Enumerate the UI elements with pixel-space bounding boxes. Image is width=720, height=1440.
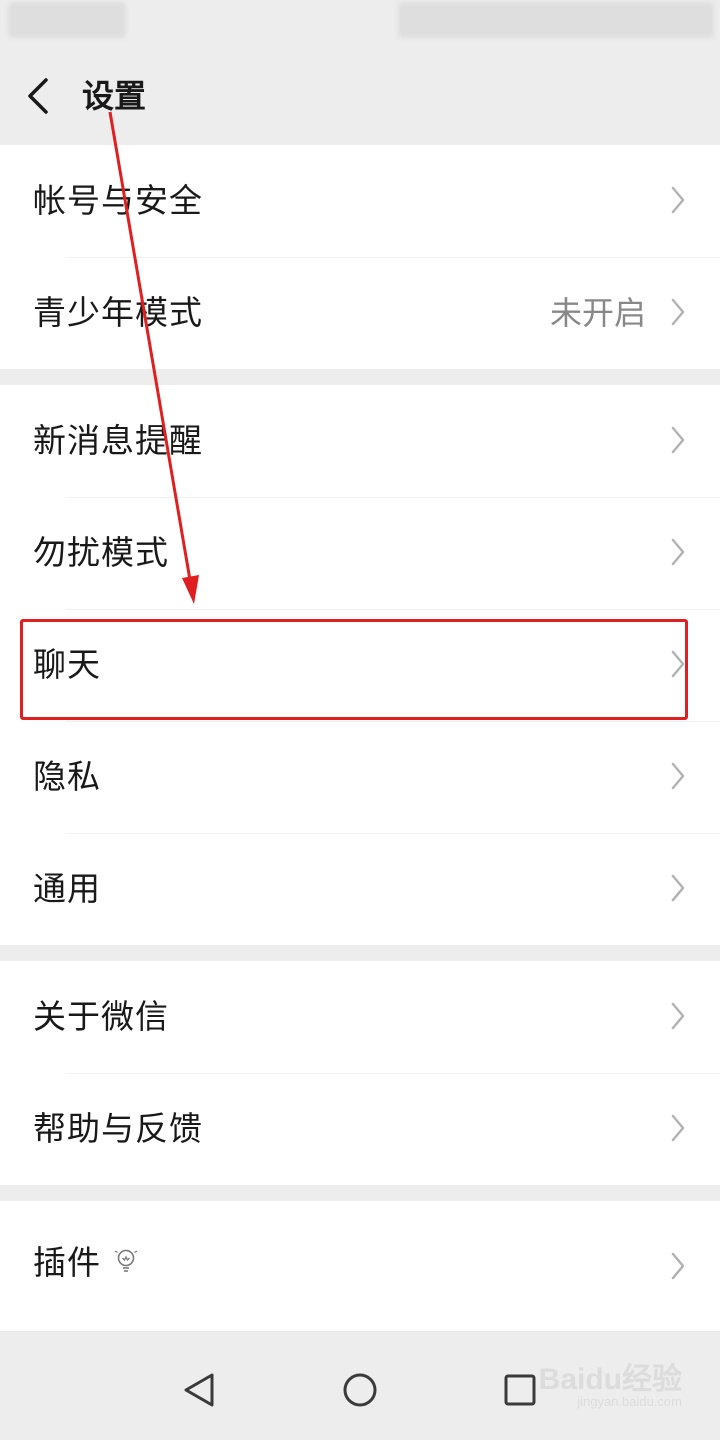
status-left-blur [8, 2, 126, 38]
settings-group: 帐号与安全 青少年模式 未开启 [0, 145, 720, 369]
settings-item-account-security[interactable]: 帐号与安全 [0, 145, 720, 257]
nav-home-button[interactable] [332, 1362, 388, 1418]
watermark-brand: Baidu经验 [538, 1363, 682, 1396]
settings-item-plugins[interactable]: 插件 [0, 1201, 720, 1331]
chevron-right-icon [671, 298, 685, 326]
lightbulb-icon [114, 1249, 138, 1272]
settings-item-label: 青少年模式 [33, 293, 203, 332]
settings-item-label: 新消息提醒 [33, 421, 203, 460]
chevron-right-icon [671, 762, 685, 790]
settings-item-label: 帐号与安全 [33, 181, 203, 220]
page-title: 设置 [82, 77, 147, 115]
nav-back-button[interactable] [172, 1362, 228, 1418]
settings-item-chat[interactable]: 聊天 [0, 609, 720, 721]
group-spacer [0, 945, 720, 961]
settings-list: 帐号与安全 青少年模式 未开启 新消息提醒 勿扰模式 聊天 隐私 通用 关于微信… [0, 145, 720, 1331]
group-spacer [0, 369, 720, 385]
chevron-right-icon [671, 874, 685, 902]
chevron-left-icon [28, 78, 48, 114]
chevron-right-icon [671, 186, 685, 214]
group-spacer [0, 1185, 720, 1201]
settings-item-general[interactable]: 通用 [0, 833, 720, 945]
settings-item-label: 关于微信 [33, 997, 169, 1036]
settings-item-label: 勿扰模式 [33, 533, 169, 572]
settings-group: 关于微信 帮助与反馈 [0, 961, 720, 1185]
back-button[interactable] [18, 72, 62, 120]
header: 设置 [0, 48, 720, 144]
settings-item-privacy[interactable]: 隐私 [0, 721, 720, 833]
settings-item-label: 插件 [33, 1243, 101, 1282]
back-triangle-icon [184, 1373, 214, 1407]
status-bar [0, 0, 720, 48]
settings-item-label: 通用 [33, 869, 101, 908]
settings-group: 插件 [0, 1201, 720, 1331]
settings-item-about-wechat[interactable]: 关于微信 [0, 961, 720, 1073]
home-circle-icon [343, 1373, 377, 1407]
baidu-watermark: Baidu经验 jingyan.baidu.com [537, 1354, 682, 1418]
chevron-right-icon [671, 1114, 685, 1142]
chevron-right-icon [671, 538, 685, 566]
settings-item-label: 聊天 [33, 645, 101, 684]
chevron-right-icon [671, 1252, 685, 1280]
chevron-right-icon [671, 1002, 685, 1030]
settings-item-value: 未开启 [549, 294, 646, 332]
settings-group: 新消息提醒 勿扰模式 聊天 隐私 通用 [0, 385, 720, 945]
settings-item-new-message-notify[interactable]: 新消息提醒 [0, 385, 720, 497]
watermark-url: jingyan.baidu.com [577, 1394, 682, 1409]
settings-item-label: 帮助与反馈 [33, 1109, 203, 1148]
chevron-right-icon [671, 650, 685, 678]
chevron-right-icon [671, 426, 685, 454]
settings-item-help-feedback[interactable]: 帮助与反馈 [0, 1073, 720, 1185]
settings-item-teen-mode[interactable]: 青少年模式 未开启 [0, 257, 720, 369]
settings-item-label: 隐私 [33, 757, 101, 796]
status-right-blur [398, 2, 714, 38]
settings-item-do-not-disturb[interactable]: 勿扰模式 [0, 497, 720, 609]
